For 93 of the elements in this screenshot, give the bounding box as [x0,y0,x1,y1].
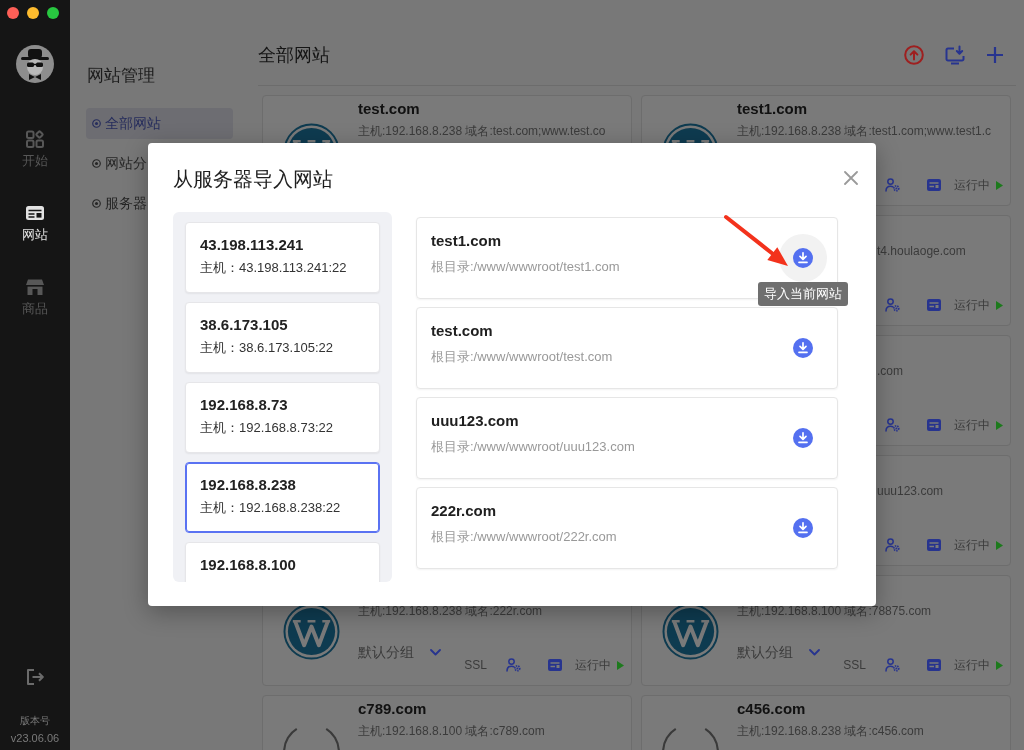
window-minimize-button[interactable] [27,7,39,19]
server-card[interactable]: 192.168.8.100 [185,542,380,582]
download-icon[interactable] [779,234,827,282]
site-title: c456.com [737,700,806,717]
close-icon[interactable] [844,171,858,185]
subnav-item[interactable]: 网站分 [86,148,147,179]
sidebar-item[interactable]: 开始 [22,129,48,170]
site-title: test.com [358,100,420,117]
page-title: 全部网站 [258,43,331,67]
server-card[interactable]: 192.168.8.73 主机：192.168.8.73:22 [185,382,380,453]
ssl-button[interactable]: SSL [464,657,487,673]
user-gear-icon[interactable] [506,658,521,672]
server-host: 主机：192.168.8.73:22 [200,419,333,437]
download-icon[interactable] [793,518,813,538]
store-icon [25,277,45,297]
site-title: test1.com [737,100,808,117]
server-card[interactable]: 43.198.113.241 主机：43.198.113.241:22 [185,222,380,293]
chevron-down-icon [430,648,441,656]
site-domain: test1.com [431,231,502,251]
site-title: c789.com [358,700,427,717]
panel-icon[interactable] [927,179,941,191]
site-domain: 222r.com [431,501,497,521]
server-name: 192.168.8.238 [200,475,296,495]
status-label: 运行中 [954,297,990,313]
chevron-down-icon [809,648,820,656]
download-icon[interactable] [793,428,813,448]
panel-icon[interactable] [548,659,562,671]
user-gear-icon[interactable] [885,538,900,552]
site-root: 根目录:/www/wwwroot/uuu123.com [431,438,635,456]
user-gear-icon[interactable] [885,298,900,312]
annotation-arrow [724,215,788,266]
server-host: 主机：43.198.113.241:22 [200,259,347,277]
site-root: 根目录:/www/wwwroot/test1.com [431,258,620,276]
server-host: 主机：192.168.8.238:22 [200,499,341,517]
sidebar-item[interactable]: 网站 [22,203,48,244]
status-label: 运行中 [954,657,990,673]
panel-icon[interactable] [927,299,941,311]
site-host: uuu123.com [877,484,944,498]
add-icon[interactable] [986,45,1004,64]
play-icon [996,420,1003,430]
user-gear-icon[interactable] [885,178,900,192]
dialog-title: 从服务器导入网站 [173,167,333,192]
site-domain: uuu123.com [431,411,519,431]
panel-icon[interactable] [927,539,941,551]
play-icon [996,540,1003,550]
monitor-download-icon[interactable] [945,44,965,65]
site-host: t4.houlaoge.com [877,244,966,258]
status-label: 运行中 [954,417,990,433]
target-icon [92,159,101,168]
panel-icon[interactable] [927,419,941,431]
site-root: 根目录:/www/wwwroot/222r.com [431,528,617,546]
subnav-item[interactable]: 服务器 [86,188,147,219]
avatar-icon [16,45,54,83]
server-name: 38.6.173.105 [200,315,288,335]
server-name: 43.198.113.241 [200,235,304,255]
panel-icon[interactable] [927,659,941,671]
subnav-item[interactable]: 全部网站 [86,108,233,139]
site-domain: test.com [431,321,493,341]
version-text: v23.06.06 [10,731,60,745]
site-host: .com [877,364,903,378]
play-icon [617,660,624,670]
download-icon[interactable] [793,338,813,358]
play-icon [996,180,1003,190]
upload-icon[interactable] [904,44,924,65]
wordpress-logo-icon [283,603,340,660]
group-dropdown[interactable]: 默认分组 [737,642,820,662]
status-label: 运行中 [954,177,990,193]
wordpress-logo-icon [662,603,719,660]
user-gear-icon[interactable] [885,418,900,432]
logout-icon[interactable] [26,668,44,686]
server-host: 主机：38.6.173.105:22 [200,339,333,357]
ssl-button[interactable]: SSL [843,657,866,673]
target-icon [92,119,101,128]
tooltip: 导入当前网站 [758,282,848,306]
server-name: 192.168.8.100 [200,555,296,575]
site-root: 根目录:/www/wwwroot/test.com [431,348,613,366]
server-card[interactable]: 38.6.173.105 主机：38.6.173.105:22 [185,302,380,373]
window-close-button[interactable] [7,7,19,19]
status-label: 运行中 [954,537,990,553]
window-icon [25,203,45,223]
window-zoom-button[interactable] [47,7,59,19]
user-gear-icon[interactable] [885,658,900,672]
version-label: 版本号 [20,714,50,728]
server-name: 192.168.8.73 [200,395,288,415]
sidebar-item[interactable]: 商品 [22,277,48,318]
status-label: 运行中 [575,657,611,673]
section-title: 网站管理 [87,65,155,87]
play-icon [996,660,1003,670]
apps-icon [25,129,45,149]
group-dropdown[interactable]: 默认分组 [358,642,441,662]
play-icon [996,300,1003,310]
target-icon [92,199,101,208]
server-card[interactable]: 192.168.8.238 主机：192.168.8.238:22 [185,462,380,533]
